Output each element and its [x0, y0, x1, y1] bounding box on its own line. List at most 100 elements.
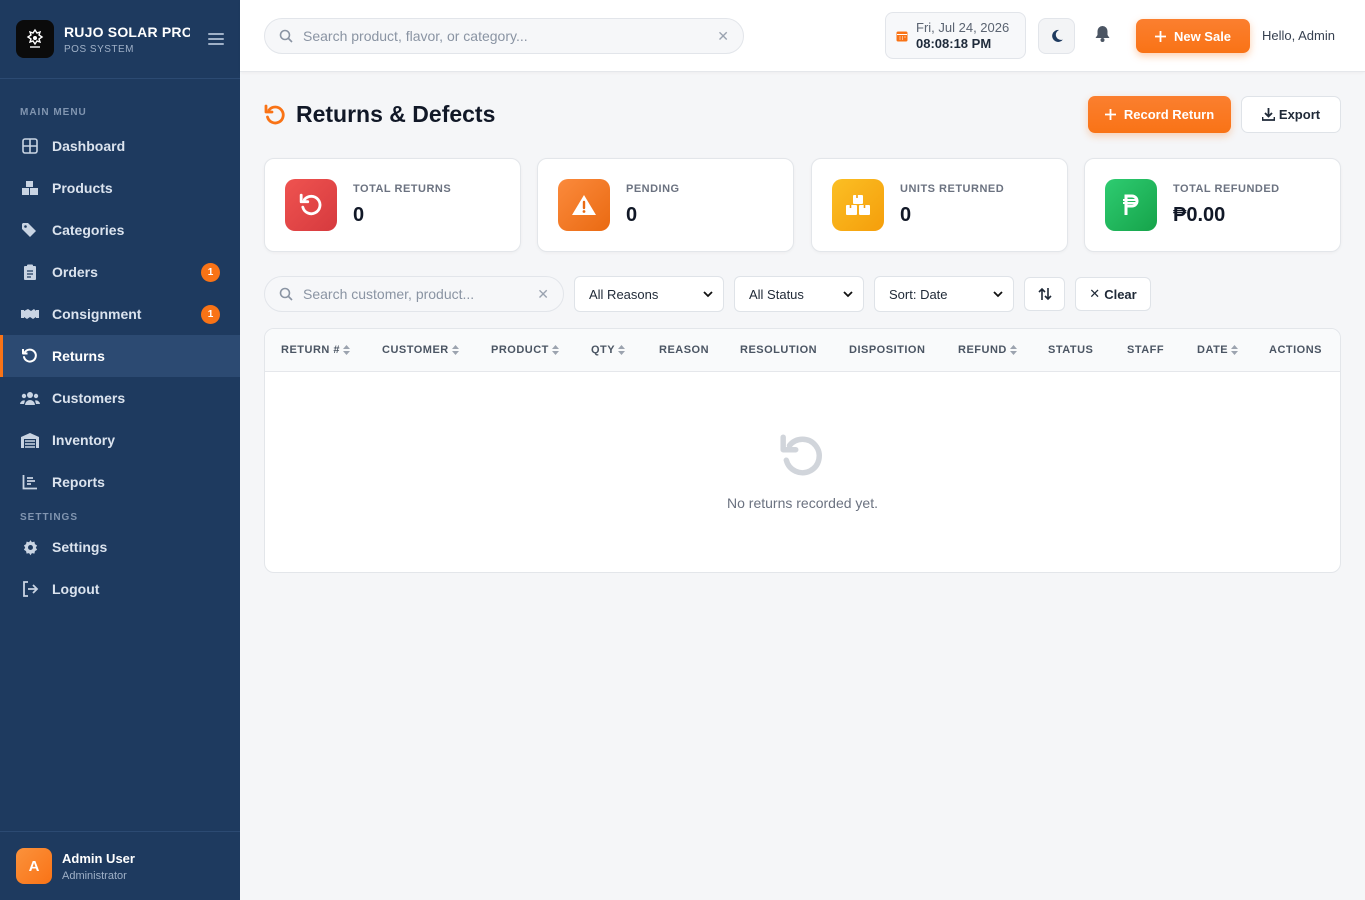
calendar-icon [896, 31, 908, 41]
sort-select[interactable]: Sort: Date [874, 276, 1014, 312]
reason-filter-value: All Reasons [589, 286, 659, 302]
chevron-down-icon [993, 290, 1003, 297]
greeting: Hello, Admin [1262, 28, 1335, 43]
column-header-reason: REASON [659, 344, 710, 356]
menu-toggle-icon[interactable] [208, 30, 224, 48]
undo-icon [285, 179, 337, 231]
sidebar-item-orders[interactable]: Orders 1 [0, 251, 240, 293]
sidebar-item-reports[interactable]: Reports [0, 461, 240, 503]
current-date: Fri, Jul 24, 2026 [916, 20, 1010, 35]
sort-icon [451, 345, 459, 356]
column-header-product[interactable]: PRODUCT [491, 344, 559, 356]
sidebar-item-label: Customers [52, 390, 126, 406]
stat-card-total-refunded: TOTAL REFUNDED ₱0.00 [1084, 158, 1341, 252]
search-icon [279, 287, 293, 301]
stat-label: PENDING [626, 183, 680, 195]
clipboard-icon [20, 263, 40, 281]
user-profile[interactable]: A Admin User Administrator [0, 831, 240, 900]
global-search-input[interactable]: Search product, flavor, or category... ✕ [264, 18, 744, 54]
status-filter-select[interactable]: All Status [734, 276, 864, 312]
returns-table: RETURN # CUSTOMER PRODUCT QTY REASON RES… [264, 328, 1341, 573]
avatar: A [16, 848, 52, 884]
sidebar-item-label: Orders [52, 264, 98, 280]
column-header-qty[interactable]: QTY [591, 344, 626, 356]
sidebar-item-label: Settings [52, 539, 108, 555]
bell-icon[interactable] [1095, 25, 1110, 47]
new-sale-label: New Sale [1173, 28, 1232, 44]
export-button[interactable]: Export [1241, 96, 1341, 133]
sidebar-item-products[interactable]: Products [0, 167, 240, 209]
warning-icon [558, 179, 610, 231]
sort-icon [1231, 345, 1239, 356]
column-header-refund[interactable]: REFUND [958, 344, 1017, 356]
column-header-staff: STAFF [1127, 344, 1165, 356]
current-time: 08:08:18 PM [916, 36, 992, 51]
record-return-button[interactable]: Record Return [1088, 96, 1231, 133]
sidebar-item-settings[interactable]: Settings [0, 526, 240, 568]
stat-value: 0 [900, 204, 912, 226]
column-header-customer[interactable]: CUSTOMER [382, 344, 459, 356]
moon-icon [1051, 29, 1063, 42]
undo-icon [20, 347, 40, 365]
column-header-resolution: RESOLUTION [740, 344, 818, 356]
sidebar-item-customers[interactable]: Customers [0, 377, 240, 419]
record-return-label: Record Return [1123, 107, 1215, 122]
sort-value: Sort: Date [889, 286, 948, 302]
returns-search-input[interactable]: Search customer, product... ✕ [264, 276, 564, 312]
search-icon [279, 29, 293, 43]
sidebar: RUJO SOLAR PRO POS SYSTEM MAIN MENU Dash… [0, 0, 240, 900]
sidebar-item-logout[interactable]: Logout [0, 568, 240, 610]
reason-filter-select[interactable]: All Reasons [574, 276, 724, 312]
sidebar-item-inventory[interactable]: Inventory [0, 419, 240, 461]
chart-icon [20, 473, 40, 491]
stat-value: ₱0.00 [1173, 204, 1226, 226]
sort-direction-button[interactable] [1024, 277, 1065, 311]
sidebar-item-label: Categories [52, 222, 125, 238]
stat-value: 0 [626, 204, 638, 226]
clear-label: Clear [1104, 286, 1137, 302]
warehouse-icon [20, 431, 40, 449]
empty-state-text: No returns recorded yet. [727, 495, 878, 511]
clear-search-icon[interactable]: ✕ [717, 28, 729, 45]
stat-card-units-returned: UNITS RETURNED 0 [811, 158, 1068, 252]
sidebar-item-categories[interactable]: Categories [0, 209, 240, 251]
column-header-disposition: DISPOSITION [849, 344, 926, 356]
stat-value: 0 [353, 204, 365, 226]
empty-undo-icon [780, 434, 822, 476]
column-header-actions: ACTIONS [1269, 344, 1322, 356]
returns-icon [264, 104, 285, 125]
chevron-down-icon [843, 290, 853, 297]
boxes-icon [20, 179, 40, 197]
sidebar-item-returns[interactable]: Returns [0, 335, 240, 377]
sidebar-item-label: Dashboard [52, 138, 126, 154]
brand: RUJO SOLAR PRO POS SYSTEM [0, 0, 240, 79]
user-name: Admin User [62, 850, 135, 866]
sidebar-item-label: Consignment [52, 306, 142, 322]
plus-icon [1154, 30, 1166, 42]
export-label: Export [1278, 107, 1321, 122]
sidebar-item-label: Products [52, 180, 113, 196]
clear-search-icon[interactable]: ✕ [537, 286, 549, 303]
sidebar-item-label: Logout [52, 581, 100, 597]
clear-filters-button[interactable]: ✕ Clear [1075, 277, 1151, 311]
search-placeholder: Search customer, product... [303, 286, 475, 302]
sidebar-item-label: Reports [52, 474, 105, 490]
gear-icon [20, 538, 40, 556]
page-header: Returns & Defects Record Return Export [264, 96, 1341, 134]
status-filter-value: All Status [749, 286, 804, 302]
column-header-return-number[interactable]: RETURN # [281, 344, 351, 356]
column-header-date[interactable]: DATE [1197, 344, 1239, 356]
orders-badge: 1 [201, 262, 220, 282]
new-sale-button[interactable]: New Sale [1136, 19, 1250, 53]
close-icon: ✕ [1089, 286, 1101, 301]
sidebar-item-consignment[interactable]: Consignment 1 [0, 293, 240, 335]
sort-icon [618, 345, 626, 356]
theme-toggle-button[interactable] [1038, 18, 1075, 54]
stat-card-total-returns: TOTAL RETURNS 0 [264, 158, 521, 252]
datetime-display: Fri, Jul 24, 2026 08:08:18 PM [885, 12, 1026, 59]
sidebar-item-dashboard[interactable]: Dashboard [0, 125, 240, 167]
stat-card-pending: PENDING 0 [537, 158, 794, 252]
sort-icon [343, 345, 351, 356]
brand-subtitle: POS SYSTEM [64, 43, 135, 55]
stat-label: UNITS RETURNED [900, 183, 1005, 195]
